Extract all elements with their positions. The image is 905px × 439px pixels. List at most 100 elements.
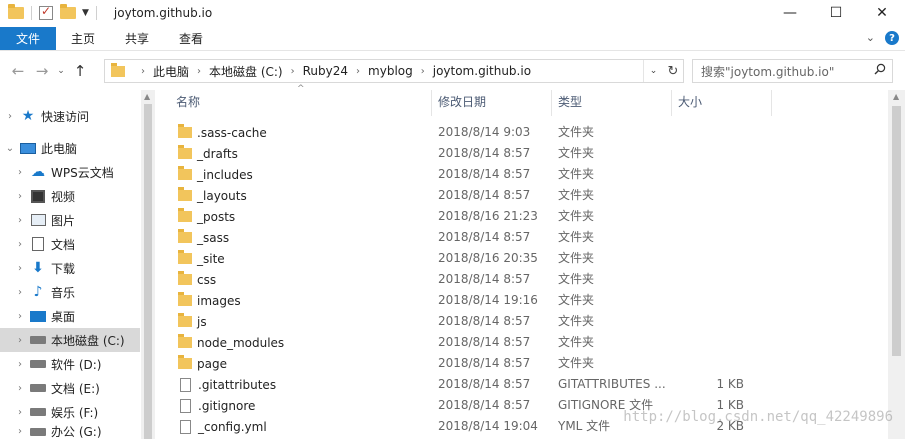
table-row[interactable]: css 2018/8/14 8:57 文件夹: [160, 269, 887, 290]
column-header-date[interactable]: 修改日期: [422, 90, 542, 116]
nav-item-videos[interactable]: › 视频: [0, 184, 140, 208]
file-name[interactable]: _posts: [178, 206, 235, 227]
chevron-right-icon[interactable]: ›: [14, 263, 26, 274]
nav-item-documents[interactable]: › 文档: [0, 232, 140, 256]
nav-item-quick-access[interactable]: › ★ 快速访问: [0, 104, 140, 128]
table-row[interactable]: _site 2018/8/16 20:35 文件夹: [160, 248, 887, 269]
file-name[interactable]: _config.yml: [178, 416, 267, 437]
refresh-icon[interactable]: ↻: [663, 64, 683, 79]
nav-item-drive-c[interactable]: › 本地磁盘 (C:): [0, 328, 140, 352]
chevron-right-icon[interactable]: ›: [14, 239, 26, 250]
nav-item-music[interactable]: › ♪ 音乐: [0, 280, 140, 304]
expand-ribbon-icon[interactable]: ⌄: [866, 31, 875, 45]
scrollbar-thumb[interactable]: [144, 104, 152, 439]
nav-pane-scrollbar[interactable]: ▲: [141, 90, 155, 439]
customize-toolbar-icon[interactable]: ▼: [82, 8, 89, 18]
back-icon[interactable]: ←: [6, 62, 30, 80]
column-header-name[interactable]: 名称: [160, 90, 422, 116]
file-name[interactable]: images: [178, 290, 241, 311]
chevron-right-icon[interactable]: ›: [14, 407, 26, 418]
nav-item-pictures[interactable]: › 图片: [0, 208, 140, 232]
forward-icon[interactable]: →: [30, 62, 54, 80]
new-folder-icon[interactable]: [60, 3, 76, 19]
maximize-button[interactable]: ☐: [813, 0, 859, 25]
nav-item-drive-f[interactable]: › 娱乐 (F:): [0, 400, 140, 424]
file-name[interactable]: _includes: [178, 164, 253, 185]
file-name[interactable]: _site: [178, 248, 225, 269]
recent-locations-icon[interactable]: ⌄: [54, 66, 68, 76]
search-input[interactable]: 搜索"joytom.github.io": [692, 59, 893, 83]
properties-icon[interactable]: [39, 4, 53, 20]
scrollbar-thumb[interactable]: [892, 106, 901, 356]
nav-item-desktop[interactable]: › 桌面: [0, 304, 140, 328]
table-row[interactable]: page 2018/8/14 8:57 文件夹: [160, 353, 887, 374]
breadcrumb-myblog[interactable]: myblog: [368, 64, 413, 78]
breadcrumb-current[interactable]: joytom.github.io: [433, 64, 531, 78]
table-row[interactable]: node_modules 2018/8/14 8:57 文件夹: [160, 332, 887, 353]
chevron-right-icon[interactable]: ›: [14, 311, 26, 322]
chevron-right-icon[interactable]: ›: [14, 359, 26, 370]
file-name[interactable]: page: [178, 353, 227, 374]
nav-item-this-pc[interactable]: ⌄ 此电脑: [0, 136, 140, 160]
chevron-right-icon[interactable]: ›: [14, 167, 26, 178]
table-row[interactable]: _includes 2018/8/14 8:57 文件夹: [160, 164, 887, 185]
chevron-right-icon[interactable]: ›: [197, 66, 201, 77]
table-row[interactable]: _layouts 2018/8/14 8:57 文件夹: [160, 185, 887, 206]
file-list-scrollbar[interactable]: ▲: [888, 90, 905, 439]
tab-view[interactable]: 查看: [164, 27, 218, 50]
chevron-right-icon[interactable]: ›: [14, 287, 26, 298]
table-row[interactable]: _posts 2018/8/16 21:23 文件夹: [160, 206, 887, 227]
close-button[interactable]: ✕: [859, 0, 905, 25]
table-row[interactable]: .gitattributes 2018/8/14 8:57 GITATTRIBUTE…: [160, 374, 887, 395]
address-dropdown-icon[interactable]: ⌄: [643, 60, 663, 82]
scroll-up-icon[interactable]: ▲: [144, 92, 150, 101]
breadcrumb-ruby24[interactable]: Ruby24: [303, 64, 348, 78]
table-row[interactable]: images 2018/8/14 19:16 文件夹: [160, 290, 887, 311]
chevron-right-icon[interactable]: ›: [14, 426, 26, 437]
file-name[interactable]: .gitignore: [178, 395, 255, 416]
file-name[interactable]: _drafts: [178, 143, 238, 164]
chevron-right-icon[interactable]: ›: [421, 66, 425, 77]
chevron-right-icon[interactable]: ›: [4, 111, 16, 122]
nav-item-drive-e[interactable]: › 文档 (E:): [0, 376, 140, 400]
table-row[interactable]: _sass 2018/8/14 8:57 文件夹: [160, 227, 887, 248]
file-name[interactable]: _sass: [178, 227, 229, 248]
scroll-up-icon[interactable]: ▲: [893, 92, 899, 101]
up-icon[interactable]: ↑: [68, 62, 92, 80]
file-type: 文件夹: [558, 293, 595, 307]
nav-item-downloads[interactable]: › ⬇ 下载: [0, 256, 140, 280]
tab-share[interactable]: 共享: [110, 27, 164, 50]
nav-item-drive-d[interactable]: › 软件 (D:): [0, 352, 140, 376]
file-name[interactable]: css: [178, 269, 216, 290]
help-icon[interactable]: ?: [885, 31, 899, 45]
breadcrumb-this-pc[interactable]: 此电脑: [153, 63, 189, 80]
chevron-right-icon[interactable]: ›: [141, 66, 145, 77]
address-bar[interactable]: › 此电脑 › 本地磁盘 (C:) › Ruby24 › myblog › jo…: [104, 59, 684, 83]
file-name[interactable]: js: [178, 311, 207, 332]
file-name[interactable]: node_modules: [178, 332, 284, 353]
chevron-right-icon[interactable]: ›: [356, 66, 360, 77]
column-header-size[interactable]: 大小: [662, 90, 762, 116]
nav-item-drive-g[interactable]: › 办公 (G:): [0, 424, 140, 439]
column-header-type[interactable]: 类型: [542, 90, 662, 116]
file-name-text: _posts: [197, 209, 236, 224]
column-divider[interactable]: [771, 90, 772, 116]
breadcrumb-drive-c[interactable]: 本地磁盘 (C:): [209, 63, 283, 80]
search-icon[interactable]: [874, 63, 886, 75]
chevron-right-icon[interactable]: ›: [14, 191, 26, 202]
chevron-right-icon[interactable]: ›: [291, 66, 295, 77]
file-name[interactable]: .gitattributes: [178, 374, 276, 395]
table-row[interactable]: .sass-cache 2018/8/14 9:03 文件夹: [160, 122, 887, 143]
tab-home[interactable]: 主页: [56, 27, 110, 50]
tab-file[interactable]: 文件: [0, 27, 56, 50]
chevron-down-icon[interactable]: ⌄: [4, 143, 16, 154]
chevron-right-icon[interactable]: ›: [14, 383, 26, 394]
table-row[interactable]: js 2018/8/14 8:57 文件夹: [160, 311, 887, 332]
file-name[interactable]: .sass-cache: [178, 122, 267, 143]
minimize-button[interactable]: —: [767, 0, 813, 25]
chevron-right-icon[interactable]: ›: [14, 335, 26, 346]
table-row[interactable]: _drafts 2018/8/14 8:57 文件夹: [160, 143, 887, 164]
file-name[interactable]: _layouts: [178, 185, 247, 206]
chevron-right-icon[interactable]: ›: [14, 215, 26, 226]
nav-item-wps-cloud[interactable]: › ☁ WPS云文档: [0, 160, 140, 184]
